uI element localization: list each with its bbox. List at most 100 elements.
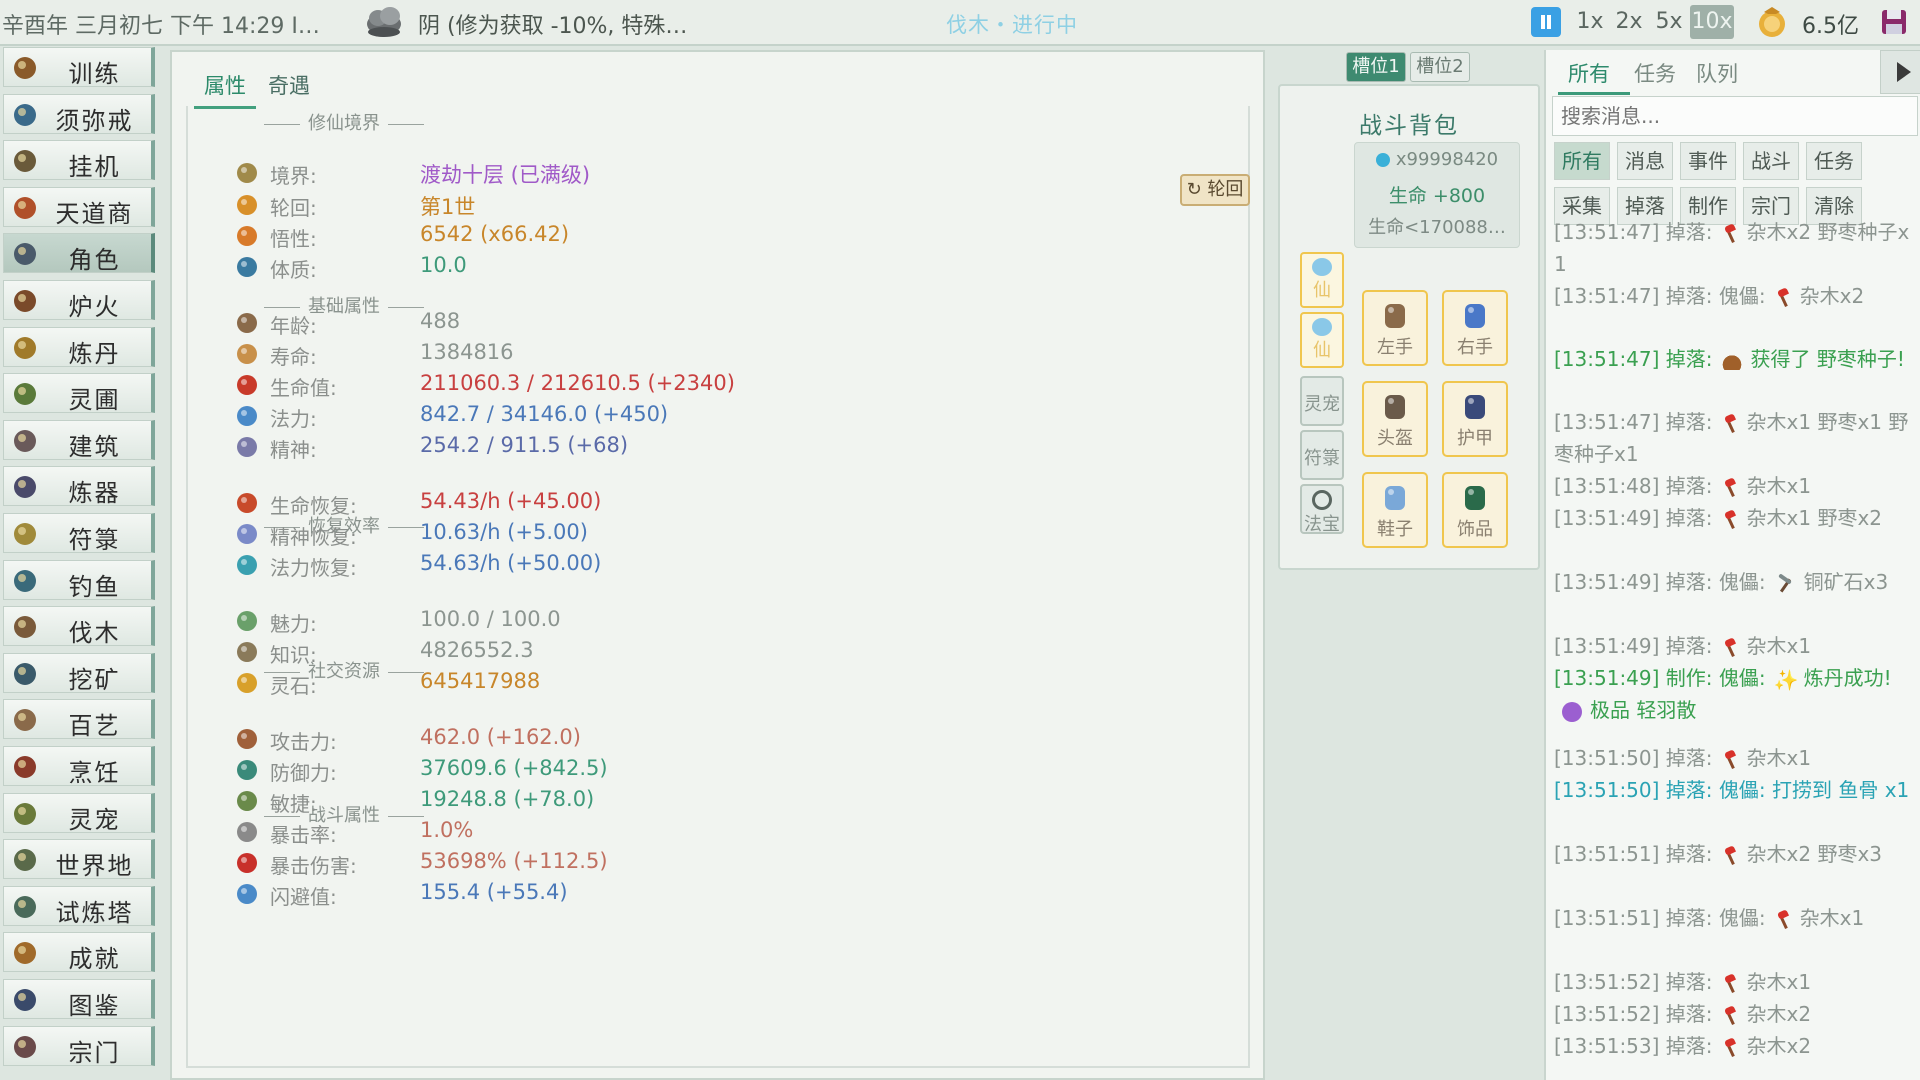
equip-slot-armor[interactable]: 护甲 [1442, 381, 1508, 457]
speed-2x-button[interactable]: 2x [1612, 5, 1646, 39]
attr-value: 254.2 / 911.5 (+68) [420, 433, 629, 457]
garden-icon [10, 379, 40, 409]
crafts-icon [10, 705, 40, 735]
right-hand-icon [1457, 298, 1493, 334]
sidebar-item-label: 挖矿 [68, 665, 121, 694]
sidebar-item-11[interactable]: 符箓 [3, 513, 155, 554]
bag-side-slot-2[interactable]: 仙 [1300, 312, 1344, 368]
log-entry: [13:51:47] 掉落: 获得了 野枣种子! [1554, 343, 1914, 375]
sidebar-item-label: 建筑 [68, 432, 121, 461]
sidebar-item-21[interactable]: 图鉴 [3, 979, 155, 1020]
speed-5x-button[interactable]: 5x [1652, 5, 1686, 39]
speed-1x-button[interactable]: 1x [1574, 5, 1606, 39]
log-list[interactable]: [13:51:47] 掉落: 杂木x2 野枣种子x1 [13:51:47] 掉落: … [1554, 216, 1918, 1080]
attr-icon [232, 519, 262, 549]
equip-slot-boots[interactable]: 鞋子 [1362, 472, 1428, 548]
equip-slot-left-hand[interactable]: 左手 [1362, 290, 1428, 366]
log-search-input[interactable] [1552, 96, 1918, 136]
sidebar-item-9[interactable]: 建筑 [3, 419, 155, 461]
log-entry-prefix: [13:51:50] 掉落: 傀儡: 打捞到 鱼骨 x1 [1554, 778, 1910, 802]
speed-10x-button[interactable]: 10x [1690, 5, 1734, 39]
sidebar-item-12[interactable]: 钓鱼 [3, 559, 155, 601]
log-entry-prefix: [13:51:49] 掉落: 傀儡: [1554, 570, 1766, 594]
attr-icon [232, 848, 262, 878]
bag-side-slot-4[interactable]: 符箓 [1300, 430, 1344, 480]
log-tab-queue[interactable]: 队列 [1696, 58, 1738, 88]
attr-label: 攻击力: [270, 730, 337, 754]
bag-side-slot-1[interactable]: 仙 [1300, 252, 1344, 308]
attr-label: 闪避值: [270, 885, 337, 909]
slot-tab-1[interactable]: 槽位1 [1346, 52, 1406, 82]
sidebar-item-22[interactable]: 宗门 [3, 1025, 155, 1067]
immortal-item-icon [1312, 318, 1332, 336]
log-tab-tasks[interactable]: 任务 [1634, 58, 1676, 88]
sidebar-item-label: 烹饪 [68, 759, 121, 787]
attr-value: 54.63/h (+50.00) [420, 551, 602, 575]
pause-button[interactable] [1531, 7, 1561, 37]
sidebar-item-label: 炼丹 [68, 339, 121, 368]
attr-value: 1.0% [420, 818, 474, 842]
equip-slot-accessory[interactable]: 饰品 [1442, 472, 1508, 548]
log-filter-button[interactable]: 任务 [1806, 142, 1862, 180]
sidebar-item-label: 符箓 [68, 526, 121, 554]
sidebar-item-13[interactable]: 伐木 [3, 606, 155, 647]
attr-icon [232, 637, 262, 667]
sidebar-item-label: 训练 [68, 60, 121, 88]
equip-slot-helmet[interactable]: 头盔 [1362, 381, 1428, 457]
side-slot-label: 法宝 [1304, 514, 1340, 535]
sidebar-item-18[interactable]: 世界地图 [3, 839, 155, 915]
sidebar-item-19[interactable]: 试炼塔 [3, 885, 155, 927]
sidebar-item-7[interactable]: 炼丹 [3, 326, 155, 368]
sidebar-item-15[interactable]: 百艺 [3, 699, 155, 740]
attr-value: 488 [420, 309, 461, 333]
sidebar-item-8[interactable]: 灵圃 [3, 373, 155, 414]
log-entry-prefix: [13:51:51] 掉落: 傀儡: [1554, 906, 1766, 930]
save-icon[interactable] [1880, 8, 1908, 36]
attr-row: 敏捷: 19248.8 (+78.0) [232, 784, 1032, 818]
attr-label: 生命恢复: [270, 494, 357, 518]
side-slot-label: 仙 [1313, 340, 1331, 361]
tab-attributes[interactable]: 属性 [204, 70, 246, 100]
sidebar-item-16[interactable]: 烹饪 [3, 746, 155, 787]
log-entry-text: 杂木x1 [1746, 970, 1812, 994]
sidebar-item-1[interactable]: 训练 [3, 47, 155, 88]
sidebar-item-5[interactable]: 角色 [3, 233, 155, 274]
bag-side-slot-3[interactable]: 灵宠 [1300, 376, 1344, 426]
weather-status: 阴 (修为获取 -10%, 特殊… [418, 14, 688, 39]
sidebar-item-17[interactable]: 灵宠 [3, 792, 155, 834]
battle-bag-title: 战斗背包 [1359, 113, 1459, 139]
log-entry: [13:51:51] 掉落: 傀儡: 杂木x1 [1554, 902, 1914, 934]
log-entry: [13:51:52] 掉落: 杂木x2 [1554, 998, 1914, 1030]
rebirth-button[interactable]: ↻ 轮回 [1180, 174, 1250, 206]
sect-icon [10, 1032, 40, 1062]
sidebar-item-20[interactable]: 成就 [3, 932, 155, 973]
sidebar-item-4[interactable]: 天道商店 [3, 186, 155, 263]
attr-value: 第1世 [420, 195, 476, 219]
attr-label: 境界: [270, 164, 317, 188]
attr-label: 法力: [270, 407, 317, 431]
sidebar-item-10[interactable]: 炼器 [3, 466, 155, 507]
sidebar-item-14[interactable]: 挖矿 [3, 652, 155, 694]
log-entry: [13:51:49] 制作: 傀儡: ✨ 炼丹成功! 极品 轻羽散 [1554, 662, 1914, 726]
sidebar-item-3[interactable]: 挂机 [3, 140, 155, 181]
log-entry-prefix: [13:51:47] 掉落: [1554, 347, 1713, 371]
log-filter-button[interactable]: 所有 [1554, 142, 1610, 180]
character-panel: 属性 奇遇 修仙境界 基础属性 恢复效率 社交资源 战斗属性 境界: 渡劫十层 (… [170, 50, 1265, 1080]
log-tab-all[interactable]: 所有 [1568, 58, 1610, 88]
equip-slot-right-hand[interactable]: 右手 [1442, 290, 1508, 366]
tab-encounters[interactable]: 奇遇 [268, 70, 310, 100]
log-entry-prefix: [13:51:49] 掉落: [1554, 506, 1713, 530]
attr-row: 寿命: 1384816 [232, 337, 1032, 371]
bag-side-slot-5[interactable]: 法宝 [1300, 484, 1344, 535]
log-entry-prefix: [13:51:48] 掉落: [1554, 474, 1713, 498]
attr-label: 暴击伤害: [270, 854, 357, 878]
slot-tab-2[interactable]: 槽位2 [1410, 52, 1470, 82]
log-filter-button[interactable]: 事件 [1680, 142, 1736, 180]
play-icon[interactable] [1880, 50, 1920, 94]
equip-slot-label: 鞋子 [1377, 519, 1413, 540]
sidebar-item-6[interactable]: 炉火 [3, 280, 155, 321]
sidebar-item-label: 试炼塔 [55, 898, 134, 927]
log-filter-button[interactable]: 战斗 [1743, 142, 1799, 180]
sidebar-item-2[interactable]: 须弥戒 [3, 93, 155, 135]
log-filter-button[interactable]: 消息 [1617, 142, 1673, 180]
